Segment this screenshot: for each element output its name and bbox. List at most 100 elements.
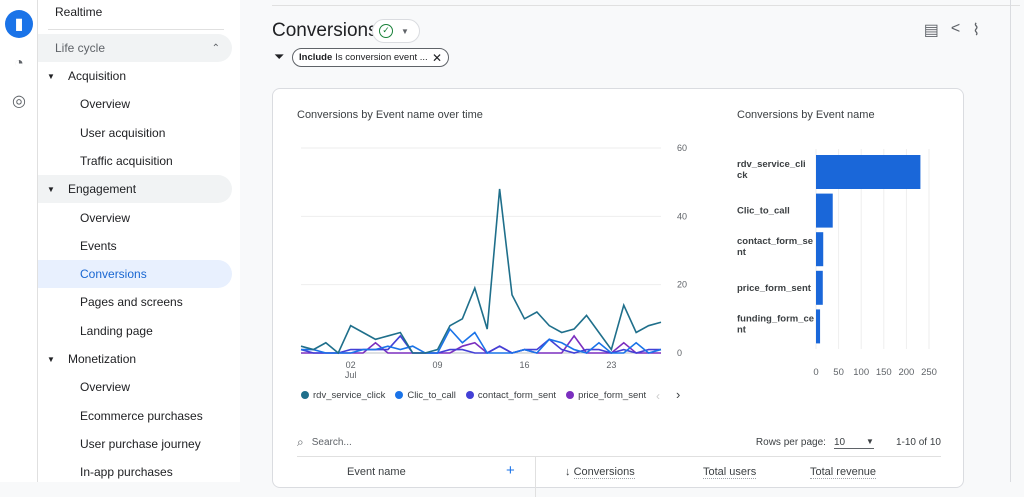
category-label: ck	[737, 170, 748, 181]
caret-down-icon: ▼	[47, 184, 55, 194]
category-label: price_form_sent	[737, 283, 812, 294]
sidebar-group-monetization[interactable]: ▼ Monetization	[38, 345, 232, 373]
sidebar-item-ecommerce-purchases[interactable]: Ecommerce purchases	[38, 402, 232, 430]
column-header-total-users[interactable]: Total users	[703, 466, 757, 479]
legend-label: price_form_sent	[578, 390, 647, 401]
legend-item[interactable]: price_form_sent	[566, 390, 646, 401]
legend-next-icon[interactable]: ›	[676, 387, 680, 402]
column-header-total-revenue[interactable]: Total revenue	[810, 466, 877, 479]
column-label: Conversions	[573, 466, 635, 479]
close-icon[interactable]: ✕	[432, 51, 442, 65]
x-tick-label: 100	[853, 367, 869, 378]
caret-down-icon: ▼	[47, 354, 55, 364]
column-header-event-name[interactable]: Event name	[347, 466, 406, 478]
sidebar-item-user-purchase-journey[interactable]: User purchase journey	[38, 430, 232, 458]
column-header-conversions[interactable]: ↓ Conversions	[565, 466, 635, 479]
divider	[48, 29, 224, 30]
x-tick-label: 02	[346, 360, 356, 370]
chart-legend: rdv_service_click Clic_to_call contact_for…	[301, 390, 646, 401]
category-label: funding_form_ce	[737, 313, 814, 324]
bar-chart: 0 50 100 150 200 250 rdv_service_click Clic_to_…	[737, 149, 937, 378]
sidebar: Realtime Life cycle ⌃ ▼ Acquisition Overvi…	[38, 0, 240, 482]
sidebar-item-acq-overview[interactable]: Overview	[38, 90, 232, 118]
legend-dot	[301, 391, 309, 399]
x-tick-label: 0	[813, 367, 818, 378]
legend-prev-icon[interactable]: ‹	[656, 389, 660, 403]
category-label: Clic_to_call	[737, 206, 790, 217]
filter-chip[interactable]: Include Is conversion event ... ✕	[292, 48, 449, 67]
legend-dot	[566, 391, 575, 399]
sidebar-item-mon-overview[interactable]: Overview	[38, 373, 232, 401]
page-title: Conversions	[272, 20, 378, 41]
sort-down-icon: ↓	[565, 466, 574, 478]
table-toolbar: ⌕ Search... Rows per page: 10 ▼ 1-10 of 1…	[297, 429, 941, 457]
main-content: Conversions ✓ ▼ ⏷ Include Is conversion ev…	[240, 0, 1024, 497]
caret-down-icon: ▼	[47, 71, 55, 81]
insights-icon[interactable]: ⌇	[972, 20, 980, 40]
rows-per-page-value: 10	[833, 436, 846, 448]
group-label: Engagement	[68, 182, 137, 196]
caret-down-icon: ▼	[401, 26, 409, 36]
caret-down-icon: ▼	[866, 436, 874, 446]
search-icon: ⌕	[297, 435, 304, 449]
sidebar-group-acquisition[interactable]: ▼ Acquisition	[38, 62, 232, 90]
legend-dot	[395, 391, 404, 399]
status-dropdown[interactable]: ✓ ▼	[372, 19, 420, 43]
legend-label: rdv_service_click	[313, 390, 386, 401]
legend-item[interactable]: contact_form_sent	[465, 390, 556, 401]
category-label: rdv_service_cli	[737, 159, 806, 170]
sidebar-item-realtime[interactable]: Realtime	[38, 0, 232, 24]
reports-icon[interactable]: ▮	[5, 10, 33, 38]
x-tick-label: 150	[876, 367, 892, 378]
check-circle-icon: ✓	[379, 24, 393, 38]
legend-item[interactable]: rdv_service_click	[301, 390, 385, 401]
chevron-up-icon: ⌃	[211, 42, 220, 54]
sidebar-section-lifecycle[interactable]: Life cycle ⌃	[38, 34, 232, 62]
x-tick-sublabel: Jul	[345, 370, 357, 379]
y-tick-label: 60	[677, 143, 687, 153]
bar-price_form_sent	[816, 270, 823, 305]
share-icon[interactable]: <	[951, 20, 960, 40]
legend-item[interactable]: Clic_to_call	[395, 390, 456, 401]
line-chart: 0 20 40 60 02Jul 09 16 23	[300, 143, 687, 379]
customize-report-icon[interactable]: ▤	[924, 20, 939, 40]
category-label: nt	[737, 247, 747, 258]
y-tick-label: 20	[677, 280, 687, 290]
series-line-rdv_service_click	[300, 188, 662, 355]
line-chart-title: Conversions by Event name over time	[297, 109, 483, 121]
category-label: contact_form_se	[737, 236, 813, 247]
report-card: Conversions by Event name over time Conv…	[272, 88, 964, 497]
search-input[interactable]: Search...	[312, 437, 352, 448]
sidebar-item-conversions[interactable]: Conversions	[38, 260, 232, 288]
bar-contact_form_sent	[816, 232, 824, 267]
sidebar-item-traffic-acquisition[interactable]: Traffic acquisition	[38, 147, 232, 175]
add-dimension-icon[interactable]: +	[506, 462, 515, 479]
advertising-icon[interactable]: ◎	[5, 87, 33, 115]
y-tick-label: 40	[677, 211, 687, 221]
sidebar-group-engagement[interactable]: ▼ Engagement	[38, 175, 232, 203]
explore-icon[interactable]: ◔	[5, 50, 33, 78]
bar-funding_form_cent	[816, 309, 821, 344]
bar-rdv_service_click	[816, 155, 921, 189]
sidebar-item-pages-screens[interactable]: Pages and screens	[38, 288, 232, 316]
legend-label: Clic_to_call	[407, 390, 456, 401]
bar-Clic_to_call	[816, 193, 833, 228]
nav-rail: ▮ ◔ ◎	[0, 0, 38, 482]
rows-per-page-select[interactable]: 10 ▼	[833, 436, 874, 449]
section-label: Life cycle	[55, 41, 106, 55]
sidebar-item-user-acquisition[interactable]: User acquisition	[38, 119, 232, 147]
filter-chip-bold: Include	[299, 52, 333, 63]
x-tick-label: 50	[833, 367, 844, 378]
sidebar-item-landing-page[interactable]: Landing page	[38, 317, 232, 345]
sidebar-item-events[interactable]: Events	[38, 232, 232, 260]
x-tick-label: 09	[433, 360, 443, 370]
group-label: Acquisition	[68, 69, 127, 83]
y-tick-label: 0	[677, 348, 682, 358]
sidebar-item-eng-overview[interactable]: Overview	[38, 204, 232, 232]
divider	[535, 457, 536, 497]
x-tick-label: 250	[921, 367, 937, 378]
rows-per-page-label: Rows per page:	[755, 437, 826, 448]
category-label: nt	[737, 324, 747, 335]
filter-icon[interactable]: ⏷	[274, 49, 284, 65]
group-label: Monetization	[68, 352, 137, 366]
